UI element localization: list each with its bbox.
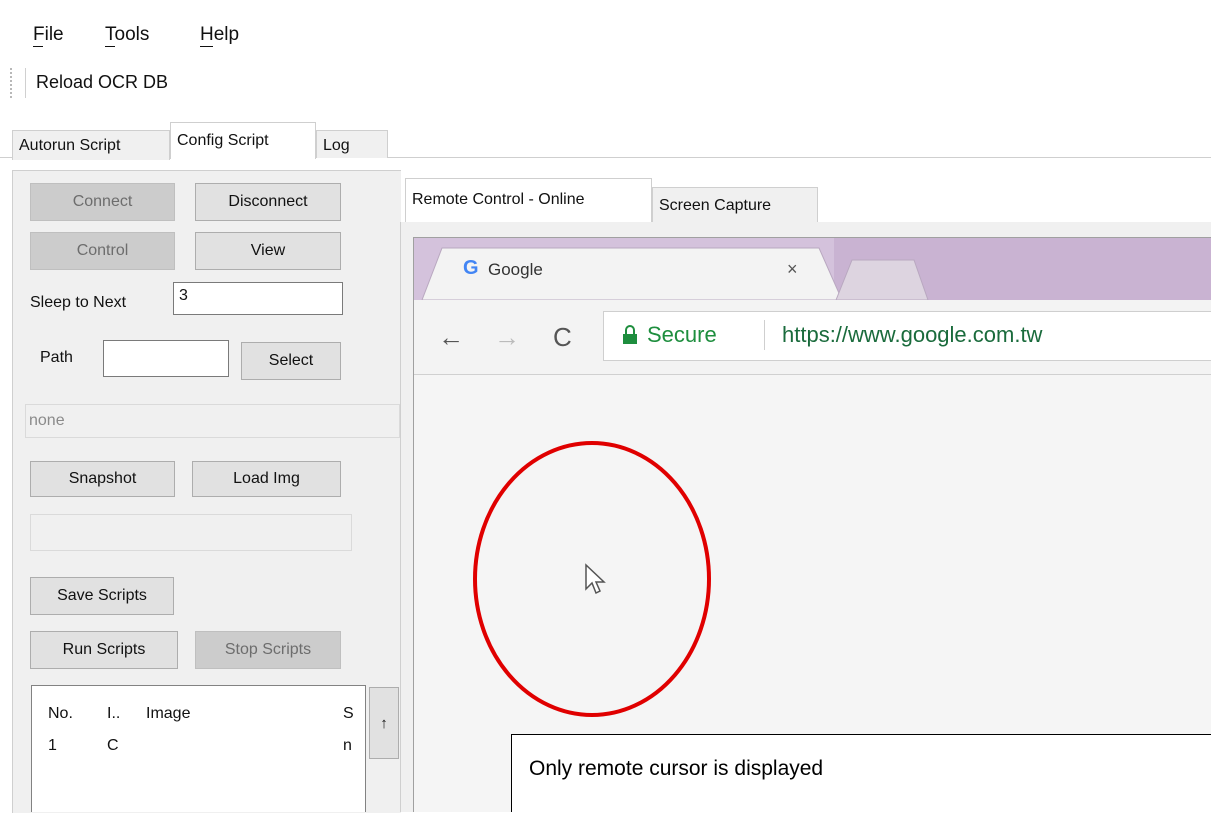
- remote-forward-icon: →: [494, 322, 520, 352]
- menu-tools[interactable]: Tools: [105, 24, 149, 46]
- col-header-i[interactable]: I..: [107, 705, 120, 723]
- view-button[interactable]: View: [195, 232, 341, 270]
- col-header-no[interactable]: No.: [48, 705, 73, 723]
- help-mnemonic: [200, 46, 213, 47]
- menu-help[interactable]: Help: [200, 24, 239, 46]
- path-input[interactable]: [103, 340, 229, 377]
- table-row-s[interactable]: n: [343, 737, 363, 755]
- file-mnemonic: [33, 46, 43, 47]
- secure-label: Secure: [647, 322, 717, 347]
- status-field: none: [25, 404, 400, 438]
- reload-ocr-db-button[interactable]: Reload OCR DB: [36, 72, 168, 93]
- table-row-i[interactable]: C: [107, 737, 119, 755]
- tab-config-script[interactable]: Config Script: [170, 122, 316, 159]
- script-table[interactable]: No. I.. Image S 1 C n: [31, 685, 366, 812]
- remote-back-icon: ←: [438, 322, 464, 352]
- google-g-icon: G: [463, 257, 479, 279]
- remote-tab-title: Google: [488, 260, 543, 279]
- stop-scripts-button[interactable]: Stop Scripts: [195, 631, 341, 669]
- progress-bar: [30, 514, 352, 551]
- col-header-image[interactable]: Image: [146, 705, 190, 723]
- caption-box: Only remote cursor is displayed: [511, 734, 1211, 812]
- remote-cursor-icon: [585, 563, 606, 595]
- sleep-input[interactable]: 3: [173, 282, 343, 315]
- col-header-s[interactable]: S: [343, 705, 354, 723]
- connect-button[interactable]: Connect: [30, 183, 175, 221]
- remote-reload-icon: C: [553, 322, 572, 352]
- toolbar-separator: [25, 68, 26, 98]
- menu-file[interactable]: File: [33, 24, 64, 46]
- sleep-label: Sleep to Next: [30, 294, 127, 311]
- save-scripts-button[interactable]: Save Scripts: [30, 577, 174, 615]
- caption-text: Only remote cursor is displayed: [529, 757, 824, 780]
- run-scripts-button[interactable]: Run Scripts: [30, 631, 178, 669]
- table-row-no[interactable]: 1: [48, 737, 57, 755]
- tools-mnemonic: [105, 46, 115, 47]
- control-button[interactable]: Control: [30, 232, 175, 270]
- tab-autorun-script[interactable]: Autorun Script: [12, 130, 170, 160]
- url-divider: [764, 320, 765, 350]
- remote-tab-close-icon: ×: [787, 259, 798, 279]
- tab-remote-control[interactable]: Remote Control - Online: [405, 178, 652, 223]
- scroll-up-button[interactable]: ↑: [369, 687, 399, 759]
- tab-screen-capture[interactable]: Screen Capture: [652, 187, 818, 223]
- load-img-button[interactable]: Load Img: [192, 461, 341, 497]
- path-label: Path: [40, 349, 73, 366]
- secure-lock-icon: [623, 325, 637, 344]
- toolbar-grip[interactable]: [10, 68, 16, 98]
- tab-log[interactable]: Log: [316, 130, 388, 158]
- select-button[interactable]: Select: [241, 342, 341, 380]
- disconnect-button[interactable]: Disconnect: [195, 183, 341, 221]
- snapshot-button[interactable]: Snapshot: [30, 461, 175, 497]
- remote-url-text: https://www.google.com.tw: [782, 322, 1043, 347]
